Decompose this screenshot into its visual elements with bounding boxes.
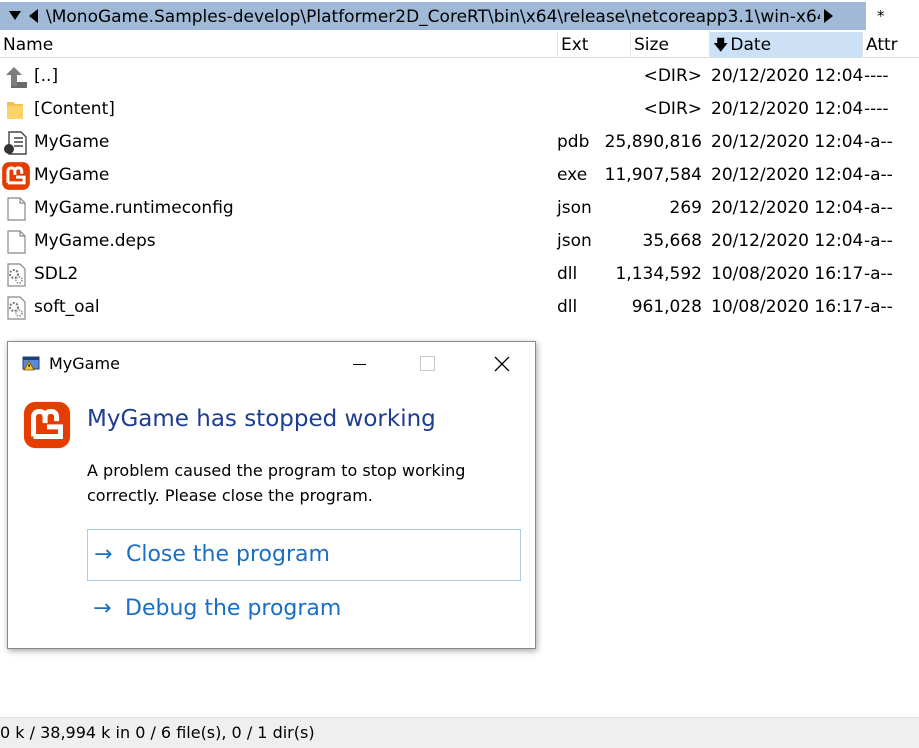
- file-row[interactable]: MyGame.runtimeconfig json 269 20/12/2020…: [0, 192, 919, 225]
- dll-file-icon: [7, 296, 26, 320]
- file-ext: json: [557, 198, 592, 218]
- file-size: 1,134,592: [615, 264, 702, 284]
- path-bar: \MonoGame.Samples-develop\Platformer2D_C…: [0, 0, 919, 32]
- close-program-button[interactable]: → Close the program: [87, 529, 521, 581]
- path-field[interactable]: \MonoGame.Samples-develop\Platformer2D_C…: [0, 2, 866, 30]
- file-list: [..] <DIR> 20/12/2020 12:04 ---- [Conten…: [0, 60, 919, 324]
- file-size: 11,907,584: [604, 165, 702, 185]
- file-attr: -a--: [864, 132, 893, 152]
- dialog-description: A problem caused the program to stop wor…: [87, 461, 466, 505]
- file-date: 20/12/2020 12:04: [711, 231, 864, 251]
- file-row[interactable]: [Content] <DIR> 20/12/2020 12:04 ----: [0, 93, 919, 126]
- blank-file-icon: [7, 197, 26, 221]
- file-size: 269: [669, 198, 702, 218]
- file-row[interactable]: MyGame exe 11,907,584 20/12/2020 12:04 -…: [0, 159, 919, 192]
- folder-icon: [7, 102, 23, 119]
- file-attr: -a--: [864, 264, 893, 284]
- file-ext: json: [557, 231, 592, 251]
- monogame-icon: [23, 401, 71, 449]
- close-button[interactable]: [488, 350, 516, 378]
- maximize-button[interactable]: [420, 356, 435, 371]
- up-folder-icon: [6, 67, 27, 88]
- file-size: <DIR>: [643, 99, 702, 119]
- file-attr: -a--: [864, 297, 893, 317]
- column-ext[interactable]: Ext: [557, 32, 630, 58]
- status-bar: 0 k / 38,994 k in 0 / 6 file(s), 0 / 1 d…: [0, 717, 919, 748]
- file-size: <DIR>: [643, 66, 702, 86]
- file-name: MyGame: [34, 165, 110, 185]
- scroll-right-icon[interactable]: [824, 9, 833, 23]
- column-date-label: Date: [730, 35, 772, 55]
- file-size: 35,668: [642, 231, 702, 251]
- dll-file-icon: [7, 263, 26, 287]
- monogame-icon: [2, 162, 30, 190]
- arrow-right-icon: →: [93, 596, 112, 621]
- file-date: 20/12/2020 12:04: [711, 66, 864, 86]
- column-name[interactable]: Name: [0, 32, 557, 58]
- dialog-heading: MyGame has stopped working: [87, 406, 436, 432]
- pdb-file-icon: [4, 131, 27, 155]
- close-program-label: Close the program: [126, 542, 330, 567]
- file-row[interactable]: soft_oal dll 961,028 10/08/2020 16:17 -a…: [0, 291, 919, 324]
- file-row[interactable]: [..] <DIR> 20/12/2020 12:04 ----: [0, 60, 919, 93]
- file-date: 20/12/2020 12:04: [711, 198, 864, 218]
- scroll-left-icon[interactable]: [29, 9, 38, 23]
- column-size[interactable]: Size: [630, 32, 709, 58]
- file-name: soft_oal: [34, 297, 100, 317]
- file-attr: -a--: [864, 165, 893, 185]
- column-header: Name Ext Size 🡇 Date Attr: [0, 32, 919, 58]
- file-attr: -a--: [864, 198, 893, 218]
- close-icon: [494, 356, 510, 372]
- debug-program-button[interactable]: → Debug the program: [87, 584, 521, 636]
- file-date: 20/12/2020 12:04: [711, 99, 864, 119]
- current-path[interactable]: \MonoGame.Samples-develop\Platformer2D_C…: [46, 6, 820, 28]
- file-name: [Content]: [34, 99, 115, 119]
- debug-program-label: Debug the program: [125, 596, 342, 621]
- file-name: MyGame: [34, 132, 110, 152]
- file-date: 20/12/2020 12:04: [711, 132, 864, 152]
- file-row[interactable]: SDL2 dll 1,134,592 10/08/2020 16:17 -a--: [0, 258, 919, 291]
- app-window-icon: [22, 356, 40, 371]
- file-date: 20/12/2020 12:04: [711, 165, 864, 185]
- file-attr: ----: [864, 99, 889, 119]
- dialog-title: MyGame: [49, 354, 120, 373]
- history-dropdown-icon[interactable]: [9, 11, 21, 20]
- column-date[interactable]: 🡇 Date: [709, 32, 862, 58]
- column-attr[interactable]: Attr: [862, 32, 919, 58]
- file-date: 10/08/2020 16:17: [711, 297, 864, 317]
- file-size: 961,028: [631, 297, 702, 317]
- blank-file-icon: [7, 230, 26, 254]
- file-ext: dll: [557, 264, 578, 284]
- filter-field[interactable]: *: [868, 2, 919, 30]
- file-ext: exe: [557, 165, 588, 185]
- file-row[interactable]: MyGame.deps json 35,668 20/12/2020 12:04…: [0, 225, 919, 258]
- file-name: SDL2: [34, 264, 79, 284]
- minimize-button[interactable]: [346, 350, 374, 378]
- file-row[interactable]: MyGame pdb 25,890,816 20/12/2020 12:04 -…: [0, 126, 919, 159]
- file-ext: dll: [557, 297, 578, 317]
- arrow-right-icon: →: [94, 542, 113, 567]
- file-attr: ----: [864, 66, 889, 86]
- file-name: MyGame.deps: [34, 231, 156, 251]
- file-size: 25,890,816: [604, 132, 702, 152]
- file-name: [..]: [34, 66, 59, 86]
- filter-value: *: [877, 7, 885, 25]
- file-date: 10/08/2020 16:17: [711, 264, 864, 284]
- sort-descending-icon: 🡇: [713, 36, 729, 54]
- file-attr: -a--: [864, 231, 893, 251]
- file-ext: pdb: [557, 132, 590, 152]
- file-name: MyGame.runtimeconfig: [34, 198, 234, 218]
- crash-dialog: MyGame MyGame has stopped working A prob…: [7, 341, 536, 649]
